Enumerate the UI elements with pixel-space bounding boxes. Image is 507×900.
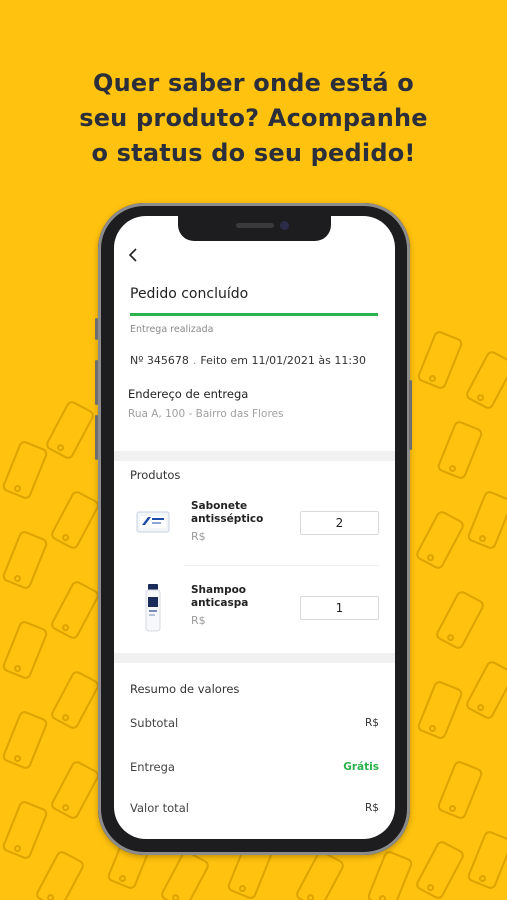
pattern-phone-icon <box>51 671 99 729</box>
front-camera <box>280 221 289 230</box>
product-image-shampoo <box>144 583 162 637</box>
order-number: Nº 345678 <box>130 354 189 367</box>
quantity-field[interactable]: 1 <box>300 596 379 620</box>
pattern-phone-icon <box>466 351 507 409</box>
headline-line-1: Quer saber onde está o <box>93 69 414 97</box>
product-name: Sabonete antisséptico <box>191 500 264 525</box>
pattern-phone-icon <box>437 421 483 479</box>
pattern-phone-icon <box>467 831 507 889</box>
order-info: Nº 345678. Feito em 11/01/2021 às 11:30 <box>130 354 366 367</box>
pattern-phone-icon <box>2 531 48 589</box>
products-title: Produtos <box>130 468 181 482</box>
phone-volume-down-button <box>95 415 98 460</box>
pattern-phone-icon <box>296 851 344 900</box>
section-divider <box>114 451 395 461</box>
pattern-phone-icon <box>416 841 464 899</box>
pattern-phone-icon <box>161 851 209 900</box>
pattern-phone-icon <box>2 801 48 859</box>
speaker-grille <box>236 223 274 228</box>
order-progress-bar <box>130 313 378 316</box>
pattern-phone-icon <box>417 681 463 739</box>
headline: Quer saber onde está o seu produto? Acom… <box>0 66 507 171</box>
phone-screen: Pedido concluído Entrega realizada Nº 34… <box>114 216 395 839</box>
row-separator <box>184 565 379 566</box>
order-separator: . <box>192 354 197 367</box>
summary-label: Valor total <box>130 801 189 815</box>
phone-power-button <box>409 380 412 450</box>
product-image-soap <box>136 509 170 539</box>
chevron-left-icon <box>128 248 137 262</box>
phone-mute-button <box>95 318 98 340</box>
pattern-phone-icon <box>2 441 48 499</box>
summary-value-free: Grátis <box>343 761 379 773</box>
phone-notch <box>178 216 331 241</box>
product-name: Shampoo anticaspa <box>191 584 249 609</box>
pattern-phone-icon <box>46 401 94 459</box>
pattern-phone-icon <box>2 711 48 769</box>
order-status: Entrega realizada <box>130 324 214 335</box>
pattern-phone-icon <box>51 581 99 639</box>
pattern-phone-icon <box>417 331 463 389</box>
product-price: R$ <box>191 530 206 543</box>
headline-line-2: seu produto? Acompanhe <box>79 104 428 132</box>
headline-line-3: o status do seu pedido! <box>91 139 416 167</box>
pattern-phone-icon <box>367 851 413 900</box>
address-value: Rua A, 100 - Bairro das Flores <box>128 408 284 420</box>
summary-value: R$ <box>365 717 379 729</box>
product-price: R$ <box>191 614 206 627</box>
summary-title: Resumo de valores <box>130 682 240 696</box>
pattern-phone-icon <box>2 621 48 679</box>
pattern-phone-icon <box>51 761 99 819</box>
pattern-phone-icon <box>436 591 484 649</box>
summary-label: Subtotal <box>130 716 179 730</box>
address-label: Endereço de entrega <box>128 387 249 401</box>
phone-volume-up-button <box>95 360 98 405</box>
section-divider <box>114 653 395 663</box>
pattern-phone-icon <box>466 661 507 719</box>
pattern-phone-icon <box>51 491 99 549</box>
pattern-phone-icon <box>467 491 507 549</box>
back-button[interactable] <box>128 246 138 267</box>
page-title: Pedido concluído <box>130 286 249 302</box>
pattern-phone-icon <box>416 511 464 569</box>
summary-value: R$ <box>365 802 379 814</box>
pattern-phone-icon <box>437 761 483 819</box>
summary-label: Entrega <box>130 760 175 774</box>
quantity-field[interactable]: 2 <box>300 511 379 535</box>
pattern-phone-icon <box>36 851 84 900</box>
order-date: Feito em 11/01/2021 às 11:30 <box>200 354 367 367</box>
